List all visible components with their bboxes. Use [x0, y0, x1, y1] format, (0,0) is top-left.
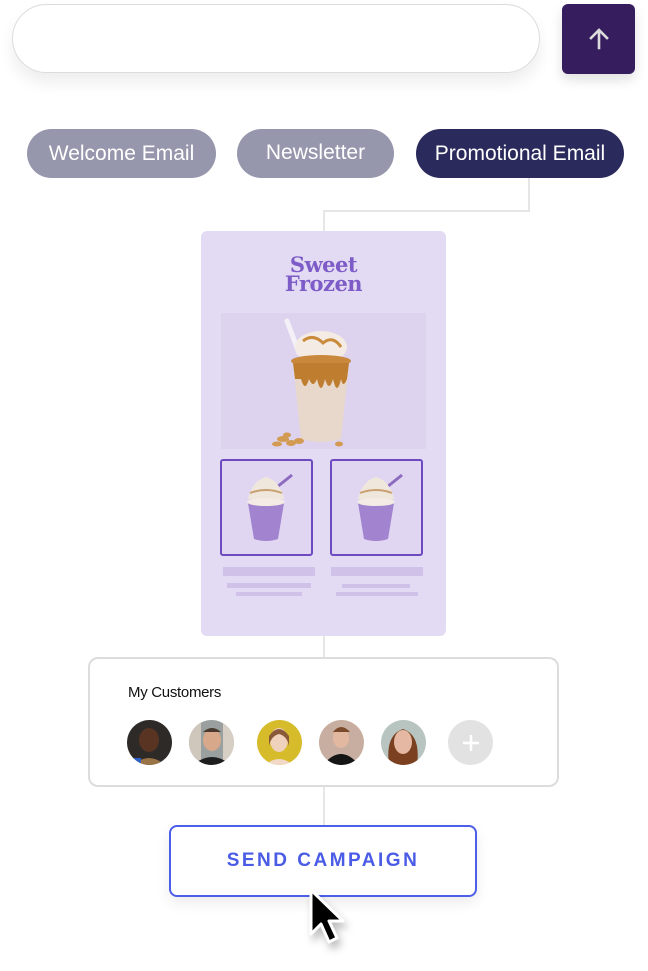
customers-card: My Customers — [88, 657, 559, 787]
product-thumbnail-2[interactable] — [330, 459, 423, 556]
plus-icon — [462, 734, 479, 751]
customer-avatar-4[interactable] — [319, 720, 364, 765]
template-chip-welcome-email[interactable]: Welcome Email — [27, 129, 216, 178]
connector-line — [323, 787, 325, 826]
customers-title: My Customers — [128, 684, 222, 701]
placeholder-title-2 — [331, 567, 423, 576]
connector-line — [323, 636, 325, 658]
placeholder-line — [342, 584, 410, 588]
placeholder-line — [227, 583, 311, 588]
customer-avatar-3[interactable] — [257, 720, 302, 765]
add-customer-button[interactable] — [448, 720, 493, 765]
brand-title-line2: Frozen — [284, 271, 363, 296]
connector-line — [323, 210, 325, 232]
brand-title: Sweet Frozen — [201, 254, 446, 296]
product-thumbnail-1[interactable] — [220, 459, 313, 556]
customer-avatar-2[interactable] — [189, 720, 234, 765]
placeholder-line — [336, 592, 418, 596]
purple-frappe-image — [247, 473, 293, 541]
connector-line — [528, 178, 530, 211]
submit-prompt-button[interactable] — [562, 4, 635, 74]
hero-milkshake-image — [221, 313, 426, 449]
customer-avatar-1[interactable] — [127, 720, 172, 765]
prompt-input[interactable] — [12, 4, 540, 73]
send-campaign-button[interactable]: SEND CAMPAIGN — [169, 825, 477, 897]
connector-line — [323, 210, 530, 212]
purple-frappe-image — [357, 473, 403, 541]
placeholder-line — [236, 592, 302, 596]
placeholder-title-1 — [223, 567, 315, 576]
customer-avatar-5[interactable] — [381, 720, 426, 765]
arrow-up-icon — [588, 28, 609, 50]
template-chip-newsletter[interactable]: Newsletter — [237, 129, 394, 178]
mouse-pointer-icon — [308, 888, 348, 953]
template-chip-promotional-email[interactable]: Promotional Email — [416, 129, 624, 178]
email-preview-card[interactable]: Sweet Frozen — [201, 231, 446, 636]
